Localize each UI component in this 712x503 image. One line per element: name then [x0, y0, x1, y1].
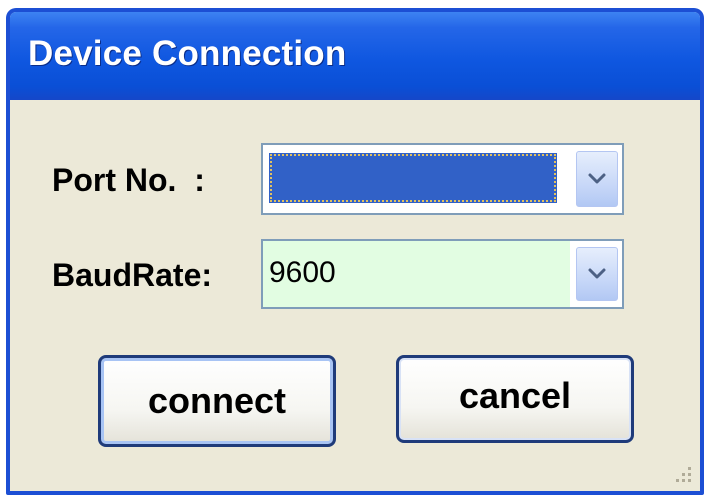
cancel-button[interactable]: cancel — [396, 355, 634, 443]
chevron-down-icon — [588, 173, 606, 184]
port-label: Port No. : — [52, 162, 205, 198]
baudrate-label: BaudRate: — [52, 257, 213, 293]
device-connection-dialog: Device Connection Port No. : BaudRate: 9… — [6, 8, 704, 495]
port-select[interactable] — [261, 143, 624, 215]
baudrate-dropdown-button[interactable] — [576, 247, 618, 301]
chevron-down-icon — [588, 268, 606, 279]
connect-button[interactable]: connect — [98, 355, 336, 447]
baudrate-select[interactable]: 9600 — [261, 239, 624, 309]
resize-grip-icon[interactable] — [670, 461, 694, 485]
title-bar[interactable]: Device Connection — [10, 12, 700, 100]
window-title: Device Connection — [28, 34, 347, 73]
port-dropdown-button[interactable] — [576, 151, 618, 207]
port-selected-value — [269, 153, 557, 203]
baudrate-value: 9600 — [263, 241, 570, 307]
